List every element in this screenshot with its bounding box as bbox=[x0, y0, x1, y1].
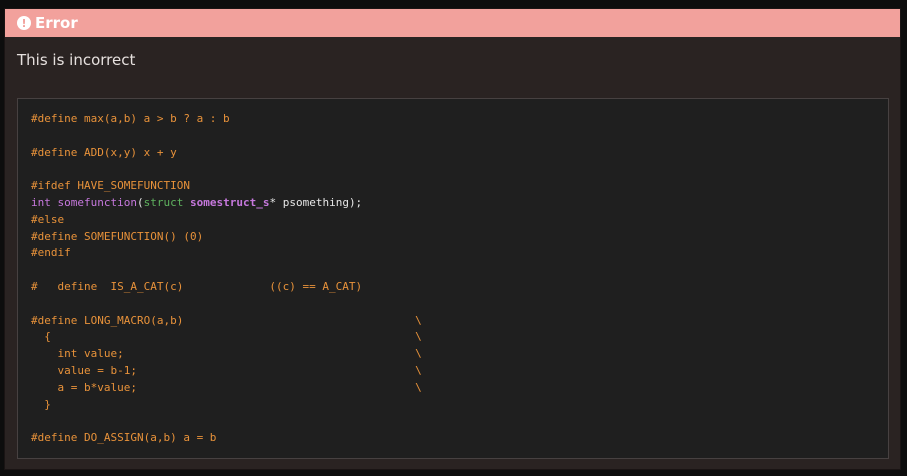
code-line: #define SOMEFUNCTION() (0) bbox=[31, 229, 204, 243]
code-line: int somefunction(struct somestruct_s* ps… bbox=[31, 195, 888, 212]
code-line: int value; \ bbox=[31, 347, 422, 361]
code-token-type: somestruct_s bbox=[189, 195, 270, 209]
code-line: #define DO_ASSIGN(a,b) a = b bbox=[31, 431, 217, 445]
code-line: #define max(a,b) a > b ? a : b bbox=[31, 112, 230, 125]
code-line: #ifdef HAVE_SOMEFUNCTION bbox=[31, 179, 190, 193]
error-panel: ! Error This is incorrect #define max(a,… bbox=[4, 8, 901, 470]
exclamation-circle-icon: ! bbox=[17, 16, 31, 30]
code-line: } bbox=[31, 397, 51, 411]
code-line: value = b-1; \ bbox=[31, 363, 422, 377]
code-token-paren: ( bbox=[136, 195, 144, 209]
error-message: This is incorrect bbox=[17, 51, 136, 69]
code-token-struct: struct bbox=[143, 195, 184, 209]
code-line: #define ADD(x,y) x + y bbox=[31, 145, 177, 159]
code-line: #else bbox=[31, 212, 65, 226]
code-token-keyword: int bbox=[31, 195, 51, 209]
error-header: ! Error bbox=[5, 9, 900, 37]
code-token-rest: * psomething); bbox=[269, 195, 363, 209]
code-line: a = b*value; \ bbox=[31, 380, 422, 394]
code-line: { \ bbox=[31, 330, 422, 344]
code-line: #endif bbox=[31, 246, 71, 260]
code-line: # define IS_A_CAT(c) ((c) == A_CAT) bbox=[31, 279, 363, 293]
error-title: Error bbox=[35, 14, 78, 32]
code-line: #define LONG_MACRO(a,b) \ bbox=[31, 313, 422, 327]
code-block: #define max(a,b) a > b ? a : b #define A… bbox=[17, 98, 889, 459]
code-token-function: somefunction bbox=[57, 195, 137, 209]
